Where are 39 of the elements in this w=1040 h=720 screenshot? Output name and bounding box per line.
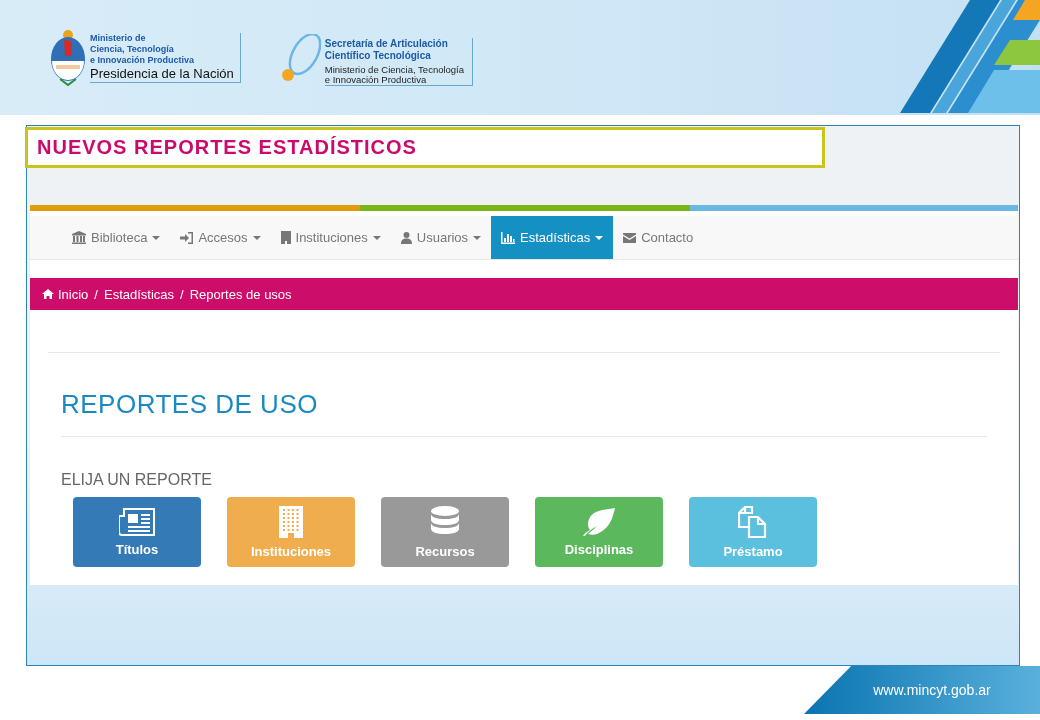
newspaper-icon [119, 507, 155, 536]
building-icon [280, 231, 291, 244]
nav-menu-item[interactable]: Estadísticas [491, 216, 614, 259]
nav-menu-item[interactable]: Biblioteca [62, 216, 171, 259]
ministry-name: Ministerio de [90, 32, 147, 44]
copy-icon [738, 505, 768, 538]
page-heading: REPORTES DE USO [61, 389, 319, 420]
presidency-name: Presidencia de la Nación [90, 65, 234, 82]
emblem-drawing [50, 28, 86, 87]
home-icon [42, 289, 54, 299]
sign-in-icon [180, 231, 194, 244]
leaf-icon [583, 507, 615, 536]
breadcrumb-link[interactable]: Estadísticas [104, 286, 175, 302]
breadcrumb-separator: / [180, 286, 184, 302]
secretariat-name: Científico Tecnológica [324, 49, 432, 62]
nav-menu-item[interactable]: Instituciones [270, 216, 391, 259]
bar-chart-icon [501, 231, 516, 244]
secretariat-name: Secretaría de Articulación [324, 37, 449, 50]
nav-menu-item[interactable]: Usuarios [390, 216, 492, 259]
ministry-name: Ciencia, Tecnología [90, 43, 175, 55]
nav-menu-item[interactable]: Contacto [613, 216, 704, 259]
section-heading: ELIJA UN REPORTE [61, 471, 213, 489]
slide-title: NUEVOS REPORTES ESTADÍSTICOS [37, 136, 417, 159]
breadcrumb-separator: / [94, 286, 98, 302]
bank-icon [72, 231, 86, 244]
building-icon [279, 505, 303, 538]
report-button[interactable]: Títulos [73, 497, 201, 567]
user-icon [400, 231, 412, 244]
nav-menu-item[interactable]: Accesos [170, 216, 271, 259]
report-button[interactable]: Disciplinas [535, 497, 663, 567]
breadcrumb-link[interactable]: Reportes de usos [189, 286, 292, 302]
envelope-icon [623, 232, 637, 243]
swoosh-logo-icon [280, 33, 321, 82]
report-button[interactable]: Recursos [381, 497, 509, 567]
website-url: www.mincyt.gob.ar [873, 682, 991, 698]
breadcrumb-link[interactable]: Inicio [42, 286, 89, 302]
ministry-name: Ministerio de Ciencia, Tecnología [324, 64, 465, 75]
ministry-name: e Innovación Productiva [324, 74, 427, 85]
ministry-name: e Innovación Productiva [90, 54, 196, 66]
